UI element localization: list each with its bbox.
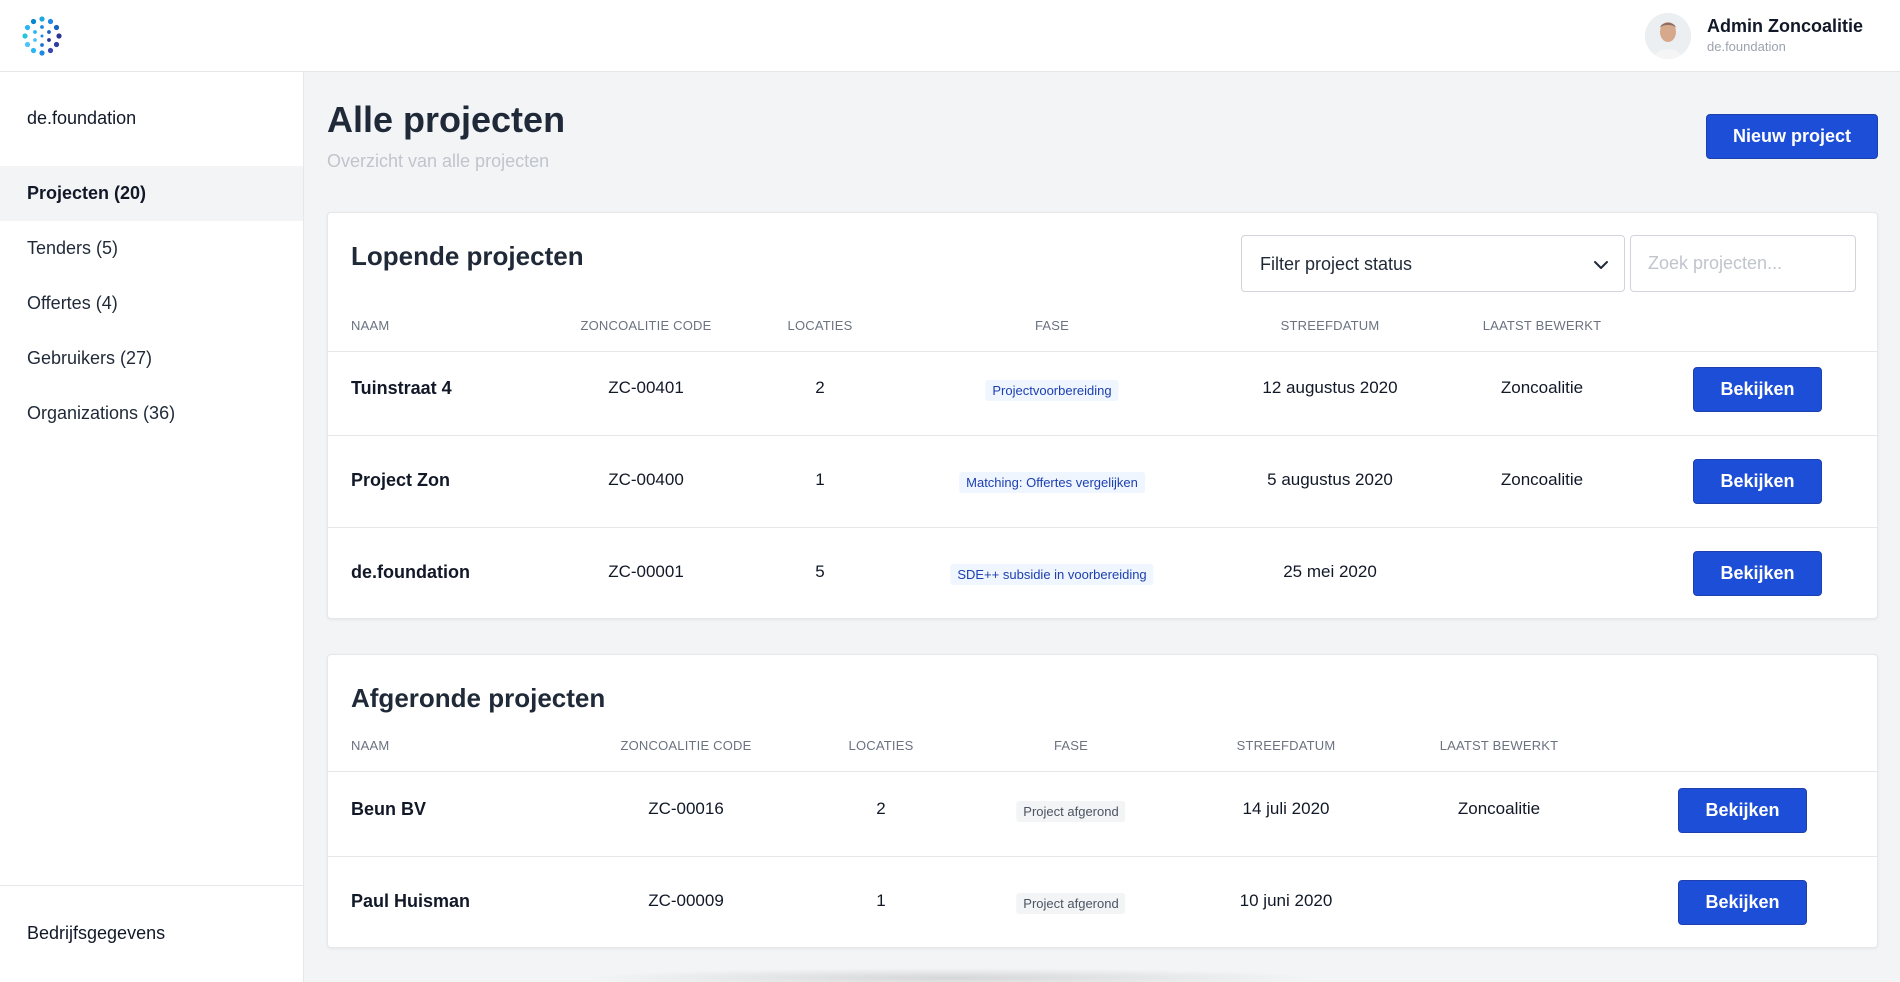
view-button[interactable]: Bekijken: [1693, 459, 1822, 504]
column-header-streefdatum: Streefdatum: [1236, 738, 1336, 753]
project-locations: 2: [815, 378, 825, 397]
project-name: Tuinstraat 4: [351, 378, 452, 398]
column-header-laatst-bewerkt: Laatst bewerkt: [1482, 318, 1602, 333]
sidebar-item-bedrijfsgegevens[interactable]: Bedrijfsgegevens: [27, 923, 165, 944]
project-name: Paul Huisman: [351, 891, 471, 911]
target-date: 10 juni 2020: [1239, 891, 1333, 910]
sidebar-item-organizations[interactable]: Organizations (36): [0, 386, 303, 441]
table-row: Beun BV ZC-00016 2 Project afgerond 14 j…: [328, 765, 1877, 857]
sidebar-footer: Bedrijfsgegevens: [0, 885, 303, 982]
project-locations: 1: [815, 470, 825, 489]
sidebar-item-offertes[interactable]: Offertes (4): [0, 276, 303, 331]
project-code: ZC-00009: [648, 891, 724, 910]
last-edited: Zoncoalitie: [1457, 799, 1541, 818]
phase-badge: Matching: Offertes vergelijken: [959, 472, 1145, 493]
sidebar-org-name: de.foundation: [27, 108, 137, 128]
top-bar: Admin Zoncoalitie de.foundation: [0, 0, 1900, 72]
running-projects-title: Lopende projecten: [351, 241, 584, 271]
user-name: Admin Zoncoalitie: [1707, 16, 1864, 36]
search-input[interactable]: [1630, 235, 1856, 292]
page-subtitle: Overzicht van alle projecten: [327, 151, 550, 171]
sidebar-nav: Projecten (20) Tenders (5) Offertes (4) …: [0, 166, 303, 441]
view-button[interactable]: Bekijken: [1678, 788, 1807, 833]
user-org: de.foundation: [1707, 39, 1786, 54]
scroll-shadow: [580, 968, 1320, 982]
avatar[interactable]: [1645, 13, 1691, 59]
project-code: ZC-00401: [608, 378, 684, 397]
column-header-laatst-bewerkt: Laatst bewerkt: [1439, 738, 1559, 753]
target-date: 25 mei 2020: [1283, 562, 1377, 581]
new-project-button[interactable]: Nieuw project: [1706, 114, 1878, 159]
page-title: Alle projecten: [327, 99, 566, 140]
phase-badge: Projectvoorbereiding: [985, 380, 1119, 401]
project-name: Project Zon: [351, 470, 451, 490]
project-name: Beun BV: [351, 799, 427, 819]
sidebar-item-projecten[interactable]: Projecten (20): [0, 166, 303, 221]
view-button[interactable]: Bekijken: [1693, 551, 1822, 596]
column-header-naam: Naam: [351, 738, 390, 753]
table-row: Paul Huisman ZC-00009 1 Project afgerond…: [328, 857, 1877, 949]
view-button[interactable]: Bekijken: [1693, 367, 1822, 412]
sidebar-item-tenders[interactable]: Tenders (5): [0, 221, 303, 276]
column-header-naam: Naam: [351, 318, 390, 333]
project-locations: 2: [876, 799, 886, 818]
column-header-code: Zoncoalitie code: [620, 738, 752, 753]
project-locations: 5: [815, 562, 825, 581]
status-filter-select[interactable]: Filter project status: [1241, 235, 1625, 292]
target-date: 14 juli 2020: [1242, 799, 1330, 818]
sidebar-item-gebruikers[interactable]: Gebruikers (27): [0, 331, 303, 386]
last-edited: Zoncoalitie: [1500, 378, 1584, 397]
phase-badge: Project afgerond: [1016, 893, 1126, 914]
target-date: 12 augustus 2020: [1262, 378, 1398, 397]
column-header-locaties: Locaties: [848, 738, 914, 753]
column-header-locaties: Locaties: [787, 318, 853, 333]
sidebar: de.foundation Projecten (20) Tenders (5)…: [0, 72, 304, 982]
completed-projects-title: Afgeronde projecten: [351, 683, 606, 713]
running-projects-card: Lopende projecten Filter project status …: [327, 212, 1878, 619]
chevron-down-icon: [1594, 261, 1608, 269]
column-header-fase: Fase: [1053, 738, 1089, 753]
column-header-streefdatum: Streefdatum: [1280, 318, 1380, 333]
column-header-fase: Fase: [1034, 318, 1070, 333]
phase-badge: Project afgerond: [1016, 801, 1126, 822]
table-row: Tuinstraat 4 ZC-00401 2 Projectvoorberei…: [328, 344, 1877, 436]
project-name: de.foundation: [351, 562, 470, 582]
project-code: ZC-00001: [608, 562, 684, 581]
table-row: de.foundation ZC-00001 5 SDE++ subsidie …: [328, 528, 1877, 620]
project-locations: 1: [876, 891, 886, 910]
target-date: 5 augustus 2020: [1267, 470, 1393, 489]
view-button[interactable]: Bekijken: [1678, 880, 1807, 925]
column-header-code: Zoncoalitie code: [580, 318, 712, 333]
status-filter-label: Filter project status: [1260, 254, 1413, 274]
completed-projects-card: Afgeronde projecten Naam Zoncoalitie cod…: [327, 654, 1878, 948]
logo-icon[interactable]: [21, 15, 63, 57]
table-row: Project Zon ZC-00400 1 Matching: Offerte…: [328, 436, 1877, 528]
phase-badge: SDE++ subsidie in voorbereiding: [950, 564, 1154, 585]
project-code: ZC-00400: [608, 470, 684, 489]
user-menu[interactable]: Admin Zoncoalitie de.foundation: [1640, 0, 1900, 72]
last-edited: Zoncoalitie: [1500, 470, 1584, 489]
project-code: ZC-00016: [648, 799, 724, 818]
